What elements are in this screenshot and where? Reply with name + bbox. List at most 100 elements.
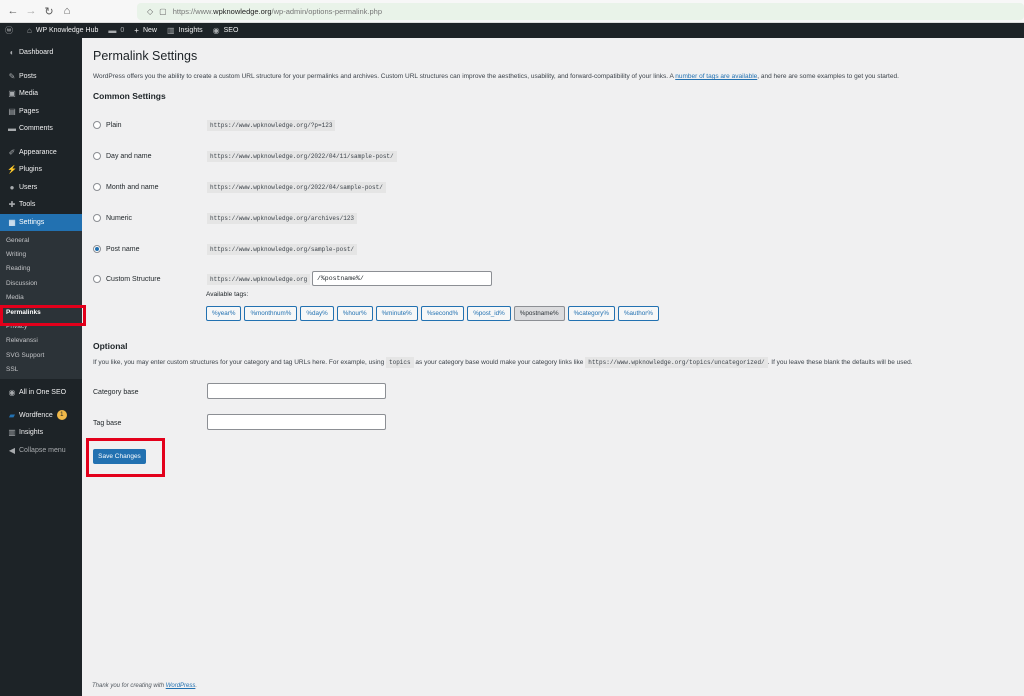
wp-admin-bar: ⓦ ⌂ WP Knowledge Hub ▬ 0 + New ▥ Insights ◉ S… (0, 23, 1024, 38)
menu-media[interactable]: ▣ Media (0, 85, 82, 103)
option-post-name[interactable]: Post name https://www.wpknowledge.org/sa… (93, 242, 993, 256)
dashboard-icon: ◐ (9, 48, 15, 58)
menu-pages[interactable]: ▤ Pages (0, 103, 82, 121)
tag-base-input[interactable] (207, 414, 386, 430)
site-name-link[interactable]: ⌂ WP Knowledge Hub (27, 26, 98, 35)
option-custom-structure[interactable]: Custom Structure https://www.wpknowledge… (93, 272, 993, 286)
highlight-box-permalinks (0, 305, 86, 326)
tag-postname[interactable]: %postname% (513, 306, 565, 321)
menu-dashboard[interactable]: ◐ Dashboard (0, 44, 82, 62)
tag-minute[interactable]: %minute% (375, 306, 418, 321)
radio-custom-structure[interactable] (93, 275, 101, 283)
submenu-relevanssi[interactable]: Relevanssi (0, 334, 82, 348)
tag-post-id[interactable]: %post_id% (467, 306, 511, 321)
aioseo-icon: ◉ (8, 388, 16, 398)
lock-icon: ▢ (159, 7, 167, 16)
footer-text: Thank you for creating with WordPress. (92, 683, 198, 689)
wordpress-logo-icon[interactable]: ⓦ (5, 25, 17, 36)
menu-plugins[interactable]: ⚡ Plugins (0, 161, 82, 179)
menu-wordfence[interactable]: ▰ Wordfence 1 (0, 406, 82, 424)
menu-all-in-one-seo[interactable]: ◉ All in One SEO (0, 384, 82, 402)
save-changes-button[interactable]: Save Changes (93, 449, 146, 464)
tags-doc-link[interactable]: number of tags are available (675, 73, 757, 80)
tag-day[interactable]: %day% (300, 306, 334, 321)
option-month-and-name[interactable]: Month and name https://www.wpknowledge.o… (93, 180, 993, 194)
menu-comments[interactable]: ▬ Comments (0, 120, 82, 138)
menu-posts[interactable]: ✎ Posts (0, 68, 82, 86)
tag-category[interactable]: %category% (567, 306, 615, 321)
submenu-media[interactable]: Media (0, 291, 82, 305)
home-icon[interactable]: ⌂ (58, 2, 76, 20)
collapse-icon: ◀ (8, 445, 16, 455)
main-content: Permalink Settings WordPress offers you … (82, 38, 1024, 696)
example-url: https://www.wpknowledge.org/2022/04/samp… (207, 181, 386, 193)
example-url: https://www.wpknowledge.org/sample-post/ (207, 243, 358, 255)
option-numeric[interactable]: Numeric https://www.wpknowledge.org/arch… (93, 211, 993, 225)
option-plain[interactable]: Plain https://www.wpknowledge.org/?p=123 (93, 118, 993, 132)
forward-icon[interactable]: → (22, 2, 40, 20)
tag-hour[interactable]: %hour% (336, 306, 373, 321)
wordpress-link[interactable]: WordPress (166, 683, 196, 689)
radio-day-and-name[interactable] (93, 152, 101, 160)
url-domain: wpknowledge.org (213, 7, 272, 16)
option-day-and-name[interactable]: Day and name https://www.wpknowledge.org… (93, 149, 993, 163)
tag-year[interactable]: %year% (206, 306, 242, 321)
pin-icon: ✎ (8, 71, 16, 81)
new-content-link[interactable]: + New (134, 26, 157, 35)
tag-base-label: Tag base (93, 420, 122, 427)
menu-tools[interactable]: ✚ Tools (0, 196, 82, 214)
tools-icon: ✚ (8, 200, 16, 210)
submenu-general[interactable]: General (0, 233, 82, 247)
collapse-menu-button[interactable]: ◀ Collapse menu (0, 441, 82, 459)
optional-description: If you like, you may enter custom struct… (93, 357, 913, 368)
menu-settings[interactable]: ▦ Settings (0, 213, 82, 231)
tag-monthnum[interactable]: %monthnum% (244, 306, 298, 321)
plus-icon: + (134, 26, 139, 35)
radio-post-name[interactable] (93, 245, 101, 253)
media-icon: ▣ (8, 89, 16, 99)
bar-chart-icon: ▥ (166, 26, 175, 35)
wordfence-icon: ▰ (8, 410, 16, 420)
available-tags: %year% %monthnum% %day% %hour% %minute% … (206, 306, 662, 321)
submenu-writing[interactable]: Writing (0, 247, 82, 261)
menu-insights[interactable]: ▥ Insights (0, 424, 82, 442)
submenu-reading[interactable]: Reading (0, 262, 82, 276)
tag-author[interactable]: %author% (617, 306, 659, 321)
settings-icon: ▦ (8, 217, 16, 227)
intro-text: WordPress offers you the ability to crea… (93, 73, 899, 80)
radio-month-and-name[interactable] (93, 183, 101, 191)
optional-heading: Optional (93, 341, 128, 351)
custom-structure-input[interactable]: /%postname%/ (312, 271, 492, 286)
shield-icon: ◇ (147, 7, 154, 16)
back-icon[interactable]: ← (4, 2, 22, 20)
insights-link[interactable]: ▥ Insights (167, 26, 203, 35)
insights-icon: ▥ (8, 428, 16, 438)
tag-second[interactable]: %second% (420, 306, 465, 321)
custom-prefix: https://www.wpknowledge.org (207, 273, 311, 285)
common-settings-heading: Common Settings (93, 91, 166, 101)
example-url: https://www.wpknowledge.org/2022/04/11/s… (207, 150, 397, 162)
comments-link[interactable]: ▬ 0 (108, 26, 124, 35)
submenu-ssl[interactable]: SSL (0, 363, 82, 377)
example-url: https://www.wpknowledge.org/?p=123 (207, 119, 336, 131)
appearance-icon: ✐ (8, 147, 16, 157)
example-url: https://www.wpknowledge.org/archives/123 (207, 212, 358, 224)
radio-plain[interactable] (93, 121, 101, 129)
menu-appearance[interactable]: ✐ Appearance (0, 144, 82, 162)
url-prefix: https://www. (172, 7, 214, 16)
comment-icon: ▬ (108, 26, 117, 35)
submenu-svg-support[interactable]: SVG Support (0, 348, 82, 362)
admin-sidebar: ◐ Dashboard ✎ Posts ▣ Media ▤ Pages ▬ Comment… (0, 38, 82, 696)
page-title: Permalink Settings (93, 49, 198, 63)
radio-numeric[interactable] (93, 214, 101, 222)
pages-icon: ▤ (8, 106, 16, 116)
available-tags-label: Available tags: (206, 291, 249, 298)
url-path: /wp-admin/options-permalink.php (271, 7, 383, 16)
browser-toolbar: ← → ↻ ⌂ ◇ ▢ https://www. wpknowledge.org /… (0, 0, 1024, 23)
menu-users[interactable]: ● Users (0, 179, 82, 197)
submenu-discussion[interactable]: Discussion (0, 276, 82, 290)
category-base-input[interactable] (207, 383, 386, 399)
reload-icon[interactable]: ↻ (40, 2, 58, 20)
seo-link[interactable]: ◉ SEO (213, 26, 239, 35)
address-bar[interactable]: ◇ ▢ https://www. wpknowledge.org/wp-admin… (137, 3, 1024, 20)
